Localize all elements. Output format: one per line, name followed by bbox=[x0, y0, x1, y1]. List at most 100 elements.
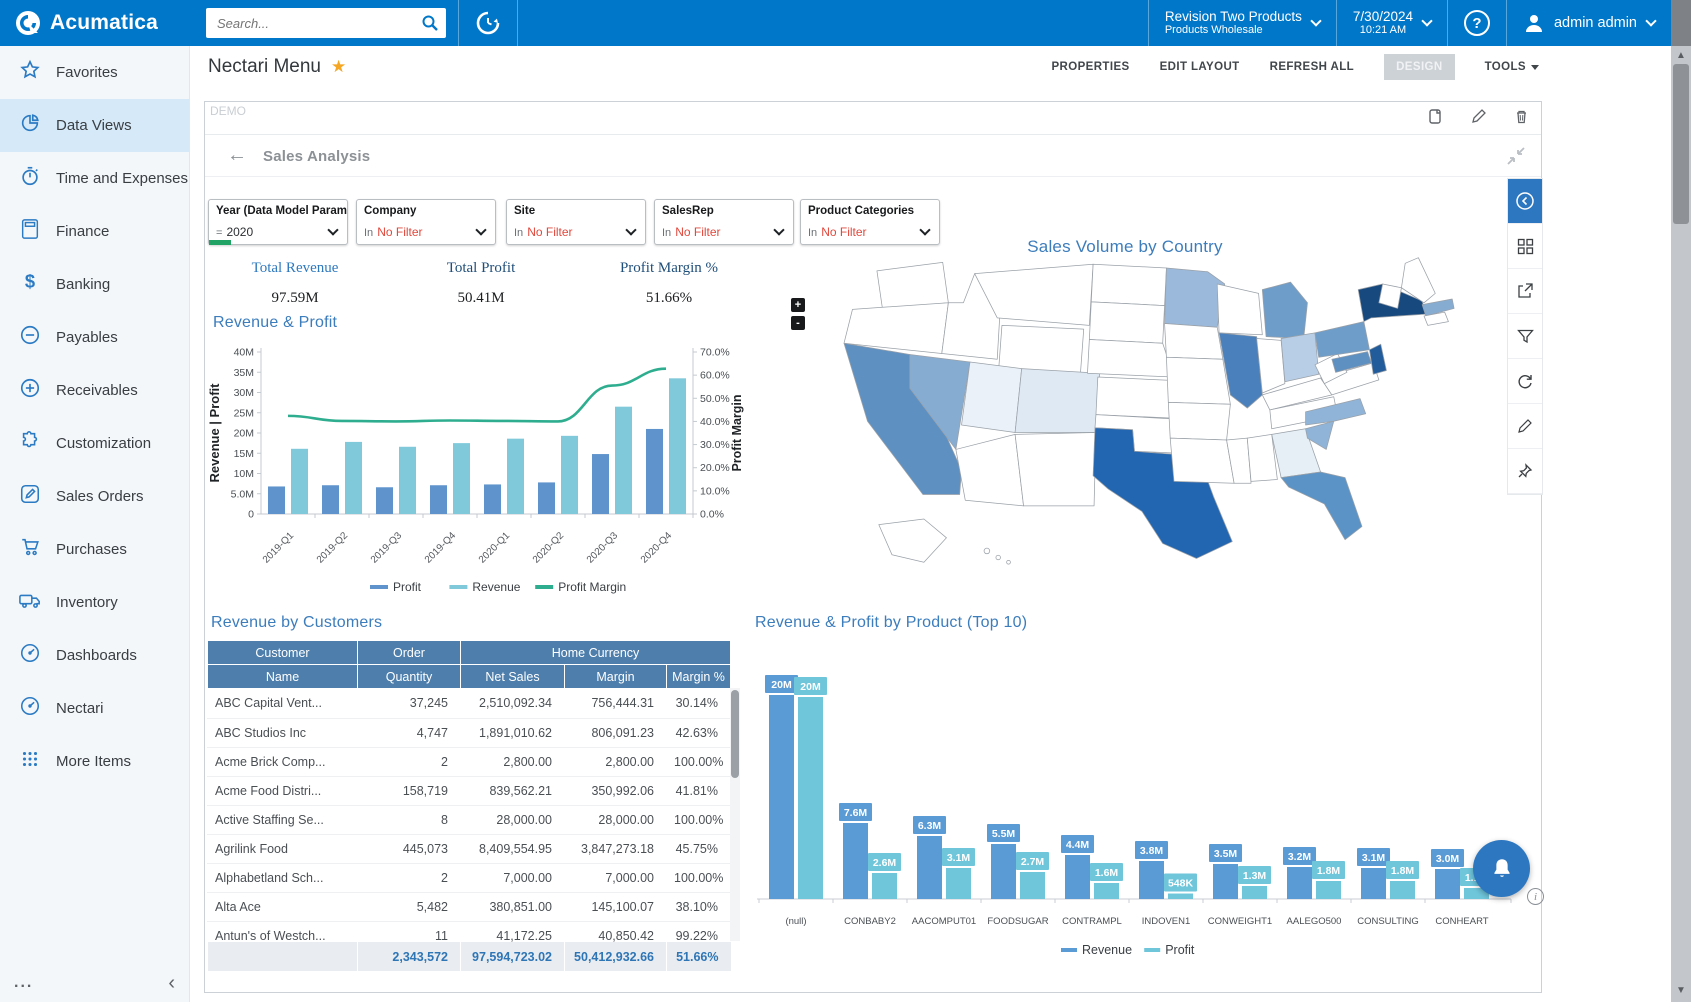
chevron-down-icon[interactable] bbox=[625, 224, 636, 235]
table-row[interactable]: Antun's of Westch...1141,172.2540,850.42… bbox=[207, 921, 730, 942]
sidebar-item-nectari[interactable]: Nectari bbox=[0, 682, 189, 735]
table-row[interactable]: Active Staffing Se...828,000.0028,000.00… bbox=[207, 805, 730, 834]
svg-text:AACOMPUT01: AACOMPUT01 bbox=[912, 916, 976, 927]
col-header-order[interactable]: Order bbox=[358, 641, 461, 665]
tools-menu-button[interactable]: TOOLS bbox=[1485, 61, 1539, 73]
table-row[interactable]: ABC Capital Vent...37,2452,510,092.34756… bbox=[207, 689, 730, 718]
col-header-home-currency[interactable]: Home Currency bbox=[461, 641, 731, 665]
chevron-down-icon[interactable] bbox=[919, 224, 930, 235]
svg-text:0.0%: 0.0% bbox=[700, 509, 724, 521]
svg-text:10.0%: 10.0% bbox=[700, 485, 730, 497]
svg-text:10M: 10M bbox=[234, 468, 254, 480]
chevron-down-icon[interactable] bbox=[773, 224, 784, 235]
col-header-margin[interactable]: Margin bbox=[565, 665, 667, 689]
search-icon[interactable] bbox=[421, 14, 439, 37]
svg-text:Revenue: Revenue bbox=[1082, 943, 1132, 957]
svg-text:30.0%: 30.0% bbox=[700, 439, 730, 451]
tenant-selector[interactable]: Revision Two Products Products Wholesale bbox=[1149, 0, 1336, 46]
table-scrollbar[interactable] bbox=[730, 688, 740, 941]
filter-year-data-model-paramete[interactable]: Year (Data Model Paramete... =2020 bbox=[208, 199, 348, 245]
sidebar-item-customization[interactable]: Customization bbox=[0, 417, 189, 470]
refresh-button[interactable] bbox=[1508, 359, 1542, 404]
delete-widget-icon[interactable] bbox=[1513, 108, 1531, 126]
help-button[interactable]: ? bbox=[1448, 0, 1506, 46]
dashboard-title: Sales Analysis bbox=[263, 148, 370, 165]
map-zoom-in-button[interactable]: + bbox=[791, 298, 805, 312]
table-row[interactable]: Acme Food Distri...158,719839,562.21350,… bbox=[207, 776, 730, 805]
acumatica-logo[interactable]: Acumatica bbox=[0, 0, 190, 46]
design-button[interactable]: DESIGN bbox=[1384, 54, 1455, 80]
col-header-margin-pct[interactable]: Margin % bbox=[667, 665, 731, 689]
col-header-quantity[interactable]: Quantity bbox=[358, 665, 461, 689]
edit-widget-icon[interactable] bbox=[1470, 108, 1488, 126]
sidebar-item-inventory[interactable]: Inventory bbox=[0, 576, 189, 629]
chevron-down-icon[interactable] bbox=[327, 224, 338, 235]
user-menu[interactable]: admin admin bbox=[1507, 0, 1671, 46]
share-export-button[interactable] bbox=[1508, 269, 1542, 314]
us-sales-choropleth-map[interactable] bbox=[813, 250, 1471, 584]
sidebar-item-purchases[interactable]: Purchases bbox=[0, 523, 189, 576]
scrollbar-thumb[interactable] bbox=[1673, 64, 1689, 224]
filter-product-categories[interactable]: Product Categories InNo Filter bbox=[800, 199, 940, 245]
chevron-down-icon bbox=[1645, 15, 1656, 26]
scroll-up-arrow[interactable]: ▲ bbox=[1676, 50, 1686, 61]
page-scrollbar[interactable]: ▲ ▼ bbox=[1671, 0, 1691, 1002]
tenant-branch: Products Wholesale bbox=[1165, 24, 1302, 37]
sidebar-item-sales-orders[interactable]: Sales Orders bbox=[0, 470, 189, 523]
customers-table-title: Revenue by Customers bbox=[211, 614, 382, 632]
collapse-icon[interactable] bbox=[1505, 145, 1527, 172]
filter-company[interactable]: Company InNo Filter bbox=[356, 199, 496, 245]
svg-text:20M: 20M bbox=[234, 428, 254, 440]
table-row[interactable]: Alphabetland Sch...27,000.007,000.00100.… bbox=[207, 863, 730, 892]
svg-text:Profit: Profit bbox=[393, 580, 422, 594]
svg-text:3.5M: 3.5M bbox=[1214, 848, 1238, 860]
svg-text:CONTRAMPL: CONTRAMPL bbox=[1062, 916, 1122, 927]
table-row[interactable]: Agrilink Food445,0738,409,554.953,847,27… bbox=[207, 834, 730, 863]
search-input[interactable] bbox=[206, 8, 446, 38]
sidebar-item-payables[interactable]: Payables bbox=[0, 311, 189, 364]
notifications-bell-button[interactable] bbox=[1473, 840, 1530, 897]
table-row[interactable]: ABC Studios Inc4,7471,891,010.62806,091.… bbox=[207, 718, 730, 747]
sidebar-collapse-button[interactable]: ‹ bbox=[168, 972, 175, 995]
col-header-name[interactable]: Name bbox=[208, 665, 358, 689]
sidebar-item-more-items[interactable]: More Items bbox=[0, 735, 189, 788]
col-header-customer[interactable]: Customer bbox=[208, 641, 358, 665]
sidebar-item-data-views[interactable]: Data Views bbox=[0, 99, 189, 152]
business-date-selector[interactable]: 7/30/2024 10:21 AM bbox=[1337, 0, 1447, 46]
kpi-total-revenue: Total Revenue 97.59M bbox=[205, 260, 385, 307]
sidebar-item-receivables[interactable]: Receivables bbox=[0, 364, 189, 417]
time-machine-button[interactable] bbox=[459, 0, 517, 46]
sidebar-item-finance[interactable]: Finance bbox=[0, 205, 189, 258]
star-icon bbox=[18, 59, 42, 87]
sidebar-item-favorites[interactable]: Favorites bbox=[0, 46, 189, 99]
sidebar-item-time-and-expenses[interactable]: Time and Expenses bbox=[0, 152, 189, 205]
chevron-down-icon[interactable] bbox=[475, 224, 486, 235]
copy-widget-icon[interactable] bbox=[1427, 108, 1445, 126]
map-zoom-out-button[interactable]: - bbox=[791, 316, 805, 330]
edit-dashboard-button[interactable] bbox=[1508, 404, 1542, 449]
svg-text:CONWEIGHT1: CONWEIGHT1 bbox=[1208, 916, 1272, 927]
back-arrow-icon[interactable]: ← bbox=[227, 144, 247, 167]
widgets-grid-button[interactable] bbox=[1508, 224, 1542, 269]
svg-text:2020-Q4: 2020-Q4 bbox=[639, 530, 675, 566]
table-row[interactable]: Alta Ace5,482380,851.00145,100.0738.10% bbox=[207, 892, 730, 921]
filter-salesrep[interactable]: SalesRep InNo Filter bbox=[654, 199, 794, 245]
properties-button[interactable]: PROPERTIES bbox=[1051, 61, 1129, 73]
refresh-all-button[interactable]: REFRESH ALL bbox=[1270, 61, 1354, 73]
col-header-net-sales[interactable]: Net Sales bbox=[461, 665, 565, 689]
filter-button[interactable] bbox=[1508, 314, 1542, 359]
top-bar: Acumatica Revision Two Products Products… bbox=[0, 0, 1671, 46]
table-row[interactable]: Acme Brick Comp...22,800.002,800.00100.0… bbox=[207, 747, 730, 776]
collapse-panel-button[interactable] bbox=[1508, 179, 1542, 224]
scroll-down-arrow[interactable]: ▼ bbox=[1676, 985, 1686, 996]
info-icon[interactable]: i bbox=[1527, 888, 1544, 905]
svg-text:2020-Q3: 2020-Q3 bbox=[585, 530, 621, 566]
sidebar-item-dashboards[interactable]: Dashboards bbox=[0, 629, 189, 682]
dots-grid-icon bbox=[18, 748, 42, 776]
sidebar-item-banking[interactable]: $ Banking bbox=[0, 258, 189, 311]
sidebar-more-button[interactable]: ... bbox=[14, 974, 33, 992]
edit-layout-button[interactable]: EDIT LAYOUT bbox=[1160, 61, 1240, 73]
pin-button[interactable] bbox=[1508, 449, 1542, 494]
favorite-star-icon[interactable]: ★ bbox=[331, 57, 346, 77]
filter-site[interactable]: Site InNo Filter bbox=[506, 199, 646, 245]
